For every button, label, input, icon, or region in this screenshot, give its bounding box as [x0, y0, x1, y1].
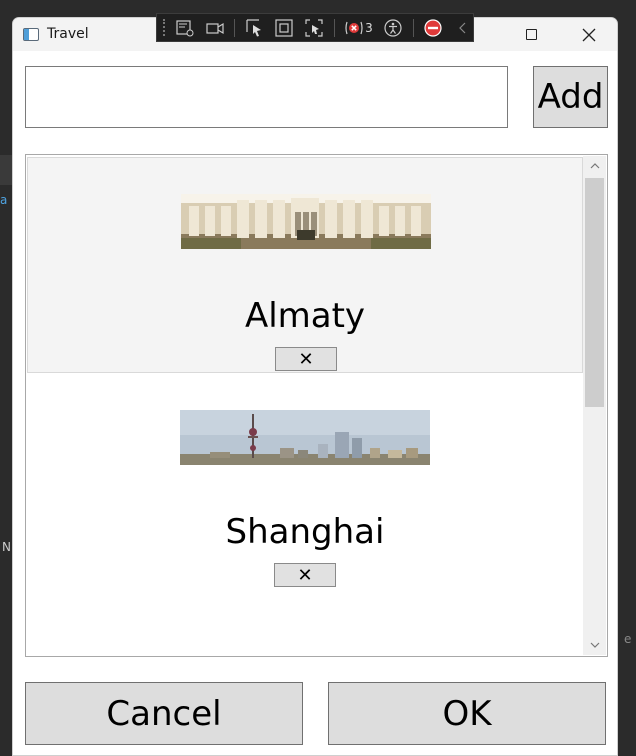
almaty-image [181, 194, 431, 249]
live-visual-tree-icon[interactable] [175, 17, 196, 39]
list-item[interactable]: Almaty ✕ [27, 157, 583, 373]
toolbar-separator [412, 18, 414, 37]
ok-button[interactable]: OK [328, 682, 606, 745]
cancel-button[interactable]: Cancel [25, 682, 303, 745]
binding-failures-icon[interactable] [343, 17, 364, 39]
close-icon [582, 28, 596, 41]
hot-reload-icon[interactable] [422, 17, 443, 39]
toolbar-separator [234, 18, 236, 37]
vertical-scrollbar[interactable] [583, 156, 606, 655]
maximize-icon [525, 29, 537, 40]
city-list[interactable]: Almaty ✕ Shanghai ✕ [25, 154, 608, 657]
accessibility-checker-icon[interactable] [383, 17, 404, 39]
toolbar-separator [333, 18, 335, 37]
add-button[interactable]: Add [533, 66, 608, 128]
travel-window: Travel Add Almaty ✕ Shanghai ✕ Cancel OK [12, 17, 618, 756]
scroll-up-button[interactable] [583, 156, 606, 176]
debug-toolbar: 3 [156, 13, 474, 42]
select-element-icon[interactable] [244, 17, 265, 39]
close-icon: ✕ [297, 564, 313, 586]
display-layout-adorners-icon[interactable] [274, 17, 295, 39]
remove-item-button[interactable]: ✕ [275, 347, 337, 371]
close-icon: ✕ [298, 348, 314, 370]
record-icon[interactable] [205, 17, 226, 39]
shanghai-image [180, 410, 430, 465]
collapse-icon[interactable] [452, 17, 473, 39]
city-name: Shanghai [225, 512, 385, 552]
city-name: Almaty [244, 296, 366, 336]
maximize-button[interactable] [508, 18, 554, 51]
remove-item-button[interactable]: ✕ [274, 563, 336, 587]
window-title: Travel [47, 26, 89, 42]
scroll-thumb[interactable] [585, 178, 604, 407]
background-text: N [2, 540, 11, 554]
city-input[interactable] [25, 66, 508, 128]
drag-handle[interactable] [163, 19, 167, 36]
binding-failures-count: 3 [365, 20, 373, 35]
background-text: a [0, 193, 8, 207]
chevron-down-icon [590, 642, 599, 648]
background-text: e [624, 632, 632, 646]
close-window-button[interactable] [566, 18, 612, 51]
chevron-up-icon [590, 163, 599, 169]
background-app-panel [0, 155, 12, 185]
track-focus-icon[interactable] [304, 17, 325, 39]
list-item[interactable]: Shanghai ✕ [27, 374, 583, 590]
app-window-icon [23, 28, 39, 41]
scroll-down-button[interactable] [583, 635, 606, 655]
